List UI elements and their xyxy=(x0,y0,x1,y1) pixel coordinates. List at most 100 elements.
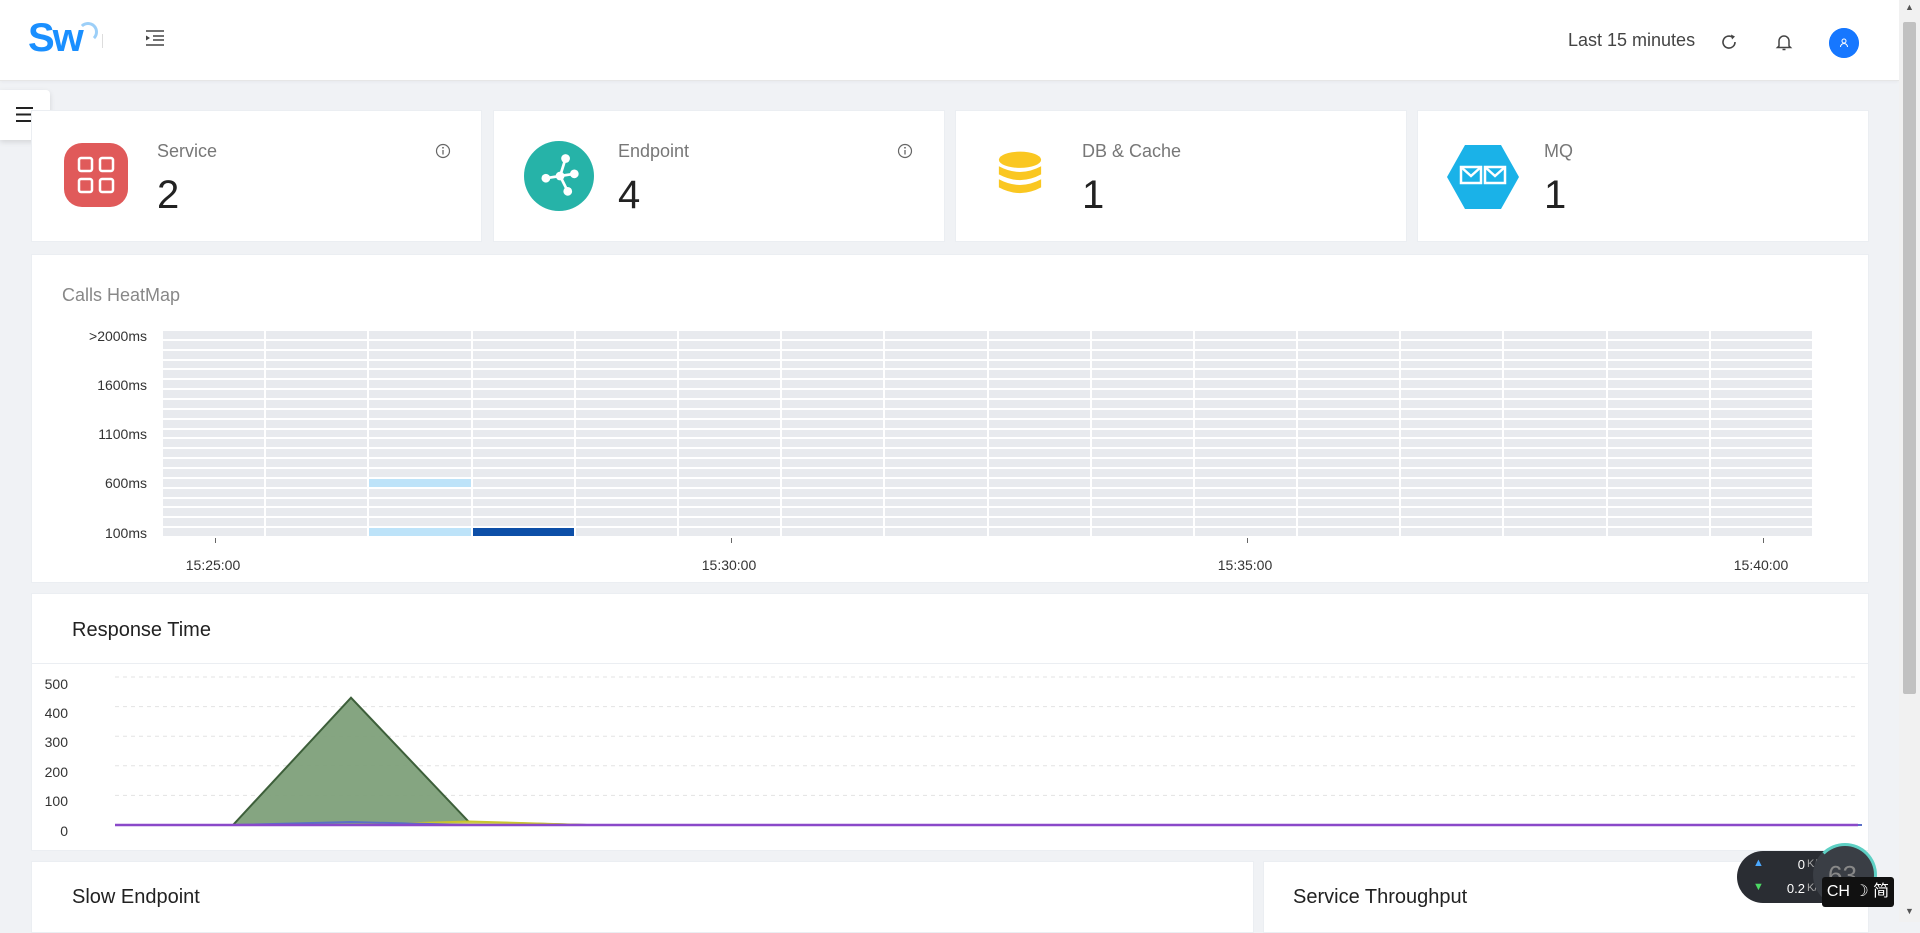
heatmap-cell[interactable] xyxy=(1607,508,1709,517)
heatmap-cell[interactable] xyxy=(885,518,987,527)
heatmap-cell[interactable] xyxy=(782,459,884,467)
heatmap-cell[interactable] xyxy=(1298,459,1400,467)
heatmap-cell[interactable] xyxy=(1710,439,1812,448)
heatmap-cell[interactable] xyxy=(1298,340,1400,349)
heatmap-cell[interactable] xyxy=(1504,439,1606,448)
heatmap-cell[interactable] xyxy=(472,360,574,369)
heatmap-cell[interactable] xyxy=(885,459,987,467)
heatmap-cell[interactable] xyxy=(472,518,574,527)
heatmap-cell[interactable] xyxy=(1091,390,1193,398)
heatmap-cell[interactable] xyxy=(678,498,781,507)
heatmap-cell[interactable] xyxy=(885,380,987,389)
heatmap-cell[interactable] xyxy=(782,419,884,428)
heatmap-cell[interactable] xyxy=(678,459,781,467)
heatmap-cell[interactable] xyxy=(678,370,781,379)
heatmap-cell[interactable] xyxy=(369,459,471,467)
heatmap-cell[interactable] xyxy=(678,360,781,369)
heatmap-cell[interactable] xyxy=(988,331,1090,339)
heatmap-cell[interactable] xyxy=(1091,498,1193,507)
heatmap-cell[interactable] xyxy=(988,400,1090,408)
stat-card-endpoint[interactable]: Endpoint 4 xyxy=(493,110,945,242)
heatmap-cell[interactable] xyxy=(782,439,884,448)
heatmap-cell[interactable] xyxy=(1298,360,1400,369)
heatmap-cell[interactable] xyxy=(1607,429,1709,438)
heatmap-cell[interactable] xyxy=(1710,518,1812,527)
heatmap-cell[interactable] xyxy=(1710,400,1812,408)
heatmap-cell[interactable] xyxy=(369,409,471,418)
heatmap-cell[interactable] xyxy=(1091,518,1193,527)
heatmap-cell[interactable] xyxy=(369,400,471,408)
heatmap-cell[interactable] xyxy=(575,459,677,467)
heatmap-cell[interactable] xyxy=(988,508,1090,517)
heatmap-cell[interactable] xyxy=(472,439,574,448)
heatmap-cell[interactable] xyxy=(1710,340,1812,349)
heatmap-cell[interactable] xyxy=(1401,459,1503,467)
heatmap-cell[interactable] xyxy=(1091,508,1193,517)
heatmap-cell[interactable] xyxy=(266,390,368,398)
heatmap-cell[interactable] xyxy=(782,350,884,359)
heatmap-cell[interactable] xyxy=(1091,488,1193,497)
heatmap-cell[interactable] xyxy=(1401,331,1503,339)
heatmap-cell[interactable] xyxy=(782,360,884,369)
info-icon[interactable] xyxy=(897,143,913,159)
heatmap-cell[interactable] xyxy=(1504,469,1606,477)
heatmap-cell[interactable] xyxy=(1504,400,1606,408)
heatmap-cell[interactable] xyxy=(1194,380,1297,389)
heatmap-cell[interactable] xyxy=(1401,419,1503,428)
heatmap-cell[interactable] xyxy=(988,498,1090,507)
heatmap-cell[interactable] xyxy=(1298,528,1400,536)
heatmap-cell[interactable] xyxy=(1091,419,1193,428)
heatmap-cell[interactable] xyxy=(988,380,1090,389)
heatmap-cell[interactable] xyxy=(1607,360,1709,369)
heatmap-cell[interactable] xyxy=(369,390,471,398)
heatmap-cell[interactable] xyxy=(1298,370,1400,379)
skywalking-logo[interactable]: Sw xyxy=(28,16,84,61)
heatmap-cell[interactable] xyxy=(266,488,368,497)
heatmap-cell[interactable] xyxy=(1710,449,1812,458)
heatmap-cell[interactable] xyxy=(678,488,781,497)
heatmap-cell[interactable] xyxy=(1710,350,1812,359)
heatmap-cell[interactable] xyxy=(1710,419,1812,428)
heatmap-cell[interactable] xyxy=(1194,331,1297,339)
heatmap-cell[interactable] xyxy=(1504,340,1606,349)
heatmap-cell[interactable] xyxy=(988,409,1090,418)
heatmap-cell[interactable] xyxy=(1194,459,1297,467)
heatmap-cell[interactable] xyxy=(1607,409,1709,418)
heatmap-cell[interactable] xyxy=(1091,370,1193,379)
heatmap-cell[interactable] xyxy=(1298,449,1400,458)
heatmap-cell[interactable] xyxy=(1194,518,1297,527)
heatmap-cell[interactable] xyxy=(369,528,471,536)
heatmap-cell[interactable] xyxy=(266,429,368,438)
heatmap-cell[interactable] xyxy=(1504,459,1606,467)
heatmap-cell[interactable] xyxy=(1504,360,1606,369)
heatmap-cell[interactable] xyxy=(1091,380,1193,389)
heatmap-cell[interactable] xyxy=(678,478,781,487)
heatmap-cell[interactable] xyxy=(472,459,574,467)
heatmap-cell[interactable] xyxy=(1298,331,1400,339)
heatmap-cell[interactable] xyxy=(885,488,987,497)
heatmap-cell[interactable] xyxy=(472,390,574,398)
heatmap-cell[interactable] xyxy=(782,390,884,398)
heatmap-cell[interactable] xyxy=(575,528,677,536)
heatmap-cell[interactable] xyxy=(782,449,884,458)
heatmap-cell[interactable] xyxy=(1194,400,1297,408)
heatmap-cell[interactable] xyxy=(782,400,884,408)
heatmap-cell[interactable] xyxy=(1194,390,1297,398)
heatmap-cell[interactable] xyxy=(1298,380,1400,389)
heatmap-cell[interactable] xyxy=(1710,528,1812,536)
heatmap-cell[interactable] xyxy=(1298,390,1400,398)
scrollbar-thumb[interactable] xyxy=(1903,22,1916,694)
heatmap-cell[interactable] xyxy=(678,340,781,349)
heatmap-cell[interactable] xyxy=(1091,340,1193,349)
heatmap-cell[interactable] xyxy=(163,508,265,517)
heatmap-cell[interactable] xyxy=(1710,478,1812,487)
heatmap-cell[interactable] xyxy=(472,449,574,458)
heatmap-cell[interactable] xyxy=(885,439,987,448)
heatmap-cell[interactable] xyxy=(575,340,677,349)
heatmap-cell[interactable] xyxy=(1401,429,1503,438)
heatmap-cell[interactable] xyxy=(163,350,265,359)
heatmap-cell[interactable] xyxy=(988,439,1090,448)
heatmap-cell[interactable] xyxy=(1504,528,1606,536)
heatmap-cell[interactable] xyxy=(1504,449,1606,458)
heatmap-cell[interactable] xyxy=(575,419,677,428)
